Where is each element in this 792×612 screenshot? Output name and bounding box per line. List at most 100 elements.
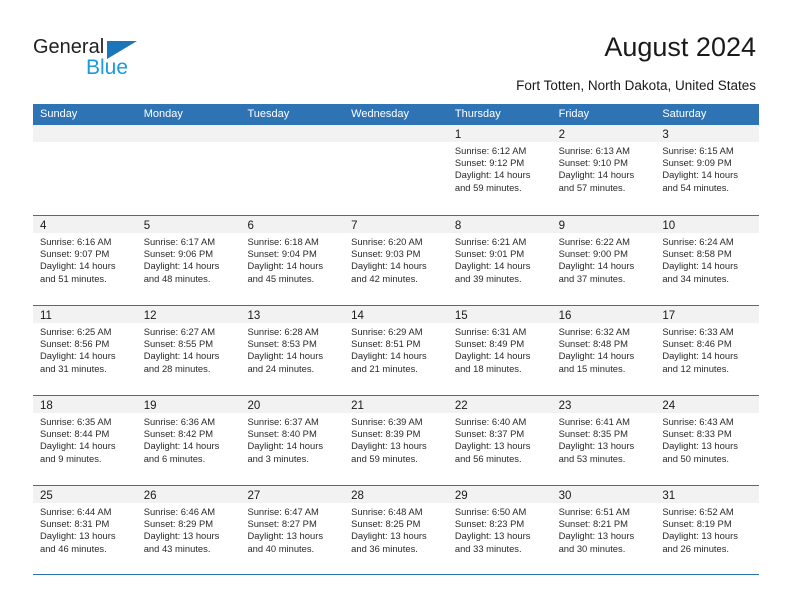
daylight-text-line1: Daylight: 14 hours xyxy=(558,169,635,181)
day-info: Sunrise: 6:20 AM Sunset: 9:03 PM Dayligh… xyxy=(344,233,448,285)
day-number: 4 xyxy=(40,220,47,232)
day-cell[interactable]: 29 Sunrise: 6:50 AM Sunset: 8:23 PM Dayl… xyxy=(447,486,552,574)
sunset-text: Sunset: 9:06 PM xyxy=(143,248,214,260)
sunrise-text: Sunrise: 6:25 AM xyxy=(40,326,112,337)
day-number: 26 xyxy=(143,490,157,502)
daylight-text-line1: Daylight: 13 hours xyxy=(662,530,738,542)
sunrise-text: Sunrise: 6:18 AM xyxy=(247,236,319,247)
day-info: Sunrise: 6:12 AM Sunset: 9:12 PM Dayligh… xyxy=(448,142,552,194)
sunset-text: Sunset: 8:35 PM xyxy=(558,428,628,440)
sunset-text: Sunset: 9:04 PM xyxy=(247,248,317,260)
day-cell[interactable]: 19 Sunrise: 6:36 AM Sunset: 8:42 PM Dayl… xyxy=(136,396,241,485)
day-number: 6 xyxy=(247,220,254,232)
day-cell[interactable]: 27 Sunrise: 6:47 AM Sunset: 8:27 PM Dayl… xyxy=(240,486,345,574)
day-cell[interactable]: 4 Sunrise: 6:16 AM Sunset: 9:07 PM Dayli… xyxy=(33,216,137,305)
day-cell[interactable]: 12 Sunrise: 6:27 AM Sunset: 8:55 PM Dayl… xyxy=(136,306,241,395)
day-number-band: 29 xyxy=(447,486,552,503)
daylight-text-line1: Daylight: 13 hours xyxy=(351,530,427,542)
daylight-text-line1: Daylight: 14 hours xyxy=(143,440,220,452)
weekday-header-row: Sunday Monday Tuesday Wednesday Thursday… xyxy=(33,104,759,125)
day-cell[interactable]: 20 Sunrise: 6:37 AM Sunset: 8:40 PM Dayl… xyxy=(240,396,345,485)
page-title: August 2024 xyxy=(604,32,756,62)
day-cell-empty xyxy=(33,125,137,215)
day-number-band: 7 xyxy=(344,216,448,233)
day-info: Sunrise: 6:48 AM Sunset: 8:25 PM Dayligh… xyxy=(344,503,448,555)
day-number-band: 28 xyxy=(344,486,448,503)
day-cell[interactable]: 9 Sunrise: 6:22 AM Sunset: 9:00 PM Dayli… xyxy=(551,216,656,305)
day-cell[interactable]: 14 Sunrise: 6:29 AM Sunset: 8:51 PM Dayl… xyxy=(344,306,448,395)
day-cell[interactable]: 30 Sunrise: 6:51 AM Sunset: 8:21 PM Dayl… xyxy=(551,486,656,574)
day-number-band: 25 xyxy=(33,486,137,503)
day-cell[interactable]: 3 Sunrise: 6:15 AM Sunset: 9:09 PM Dayli… xyxy=(655,125,760,215)
sunrise-text: Sunrise: 6:51 AM xyxy=(558,506,630,517)
day-number: 13 xyxy=(247,310,261,322)
sunset-text: Sunset: 8:53 PM xyxy=(247,338,317,350)
daylight-text-line1: Daylight: 13 hours xyxy=(143,530,220,542)
day-info: Sunrise: 6:52 AM Sunset: 8:19 PM Dayligh… xyxy=(655,503,759,555)
day-cell[interactable]: 28 Sunrise: 6:48 AM Sunset: 8:25 PM Dayl… xyxy=(344,486,448,574)
day-cell-empty xyxy=(344,125,448,215)
sunset-text: Sunset: 8:44 PM xyxy=(40,428,110,440)
sunrise-text: Sunrise: 6:15 AM xyxy=(662,145,734,156)
daylight-text-line1: Daylight: 14 hours xyxy=(247,350,324,362)
general-blue-logo[interactable]: General Blue xyxy=(33,36,173,84)
day-info: Sunrise: 6:18 AM Sunset: 9:04 PM Dayligh… xyxy=(240,233,344,285)
day-cell[interactable]: 21 Sunrise: 6:39 AM Sunset: 8:39 PM Dayl… xyxy=(344,396,448,485)
daylight-text-line1: Daylight: 14 hours xyxy=(247,440,324,452)
sunset-text: Sunset: 9:12 PM xyxy=(454,157,525,169)
sunset-text: Sunset: 9:07 PM xyxy=(40,248,110,260)
day-number: 20 xyxy=(247,400,261,412)
day-cell[interactable]: 22 Sunrise: 6:40 AM Sunset: 8:37 PM Dayl… xyxy=(447,396,552,485)
day-info: Sunrise: 6:41 AM Sunset: 8:35 PM Dayligh… xyxy=(552,413,656,465)
daylight-text-line1: Daylight: 14 hours xyxy=(662,260,738,272)
day-cell[interactable]: 1 Sunrise: 6:12 AM Sunset: 9:12 PM Dayli… xyxy=(447,125,552,215)
daylight-text-line1: Daylight: 14 hours xyxy=(40,350,116,362)
daylight-text-line2: and 40 minutes. xyxy=(247,542,315,554)
sunrise-text: Sunrise: 6:32 AM xyxy=(558,326,630,337)
sunset-text: Sunset: 8:42 PM xyxy=(143,428,214,440)
day-number: 5 xyxy=(143,220,151,232)
day-info: Sunrise: 6:25 AM Sunset: 8:56 PM Dayligh… xyxy=(33,323,137,375)
day-cell[interactable]: 2 Sunrise: 6:13 AM Sunset: 9:10 PM Dayli… xyxy=(551,125,656,215)
daylight-text-line2: and 57 minutes. xyxy=(558,181,626,193)
day-number: 11 xyxy=(40,310,52,322)
sunset-text: Sunset: 8:55 PM xyxy=(143,338,214,350)
day-info: Sunrise: 6:13 AM Sunset: 9:10 PM Dayligh… xyxy=(552,142,656,194)
day-cell[interactable]: 13 Sunrise: 6:28 AM Sunset: 8:53 PM Dayl… xyxy=(240,306,345,395)
day-cell[interactable]: 24 Sunrise: 6:43 AM Sunset: 8:33 PM Dayl… xyxy=(655,396,760,485)
day-cell[interactable]: 17 Sunrise: 6:33 AM Sunset: 8:46 PM Dayl… xyxy=(655,306,760,395)
day-cell[interactable]: 11 Sunrise: 6:25 AM Sunset: 8:56 PM Dayl… xyxy=(33,306,137,395)
day-number: 23 xyxy=(558,400,572,412)
day-info: Sunrise: 6:21 AM Sunset: 9:01 PM Dayligh… xyxy=(448,233,552,285)
day-cell[interactable]: 26 Sunrise: 6:46 AM Sunset: 8:29 PM Dayl… xyxy=(136,486,241,574)
day-cell[interactable]: 18 Sunrise: 6:35 AM Sunset: 8:44 PM Dayl… xyxy=(33,396,137,485)
day-cell[interactable]: 7 Sunrise: 6:20 AM Sunset: 9:03 PM Dayli… xyxy=(344,216,448,305)
sunrise-text: Sunrise: 6:36 AM xyxy=(143,416,216,427)
day-cell[interactable]: 10 Sunrise: 6:24 AM Sunset: 8:58 PM Dayl… xyxy=(655,216,760,305)
day-info: Sunrise: 6:40 AM Sunset: 8:37 PM Dayligh… xyxy=(448,413,552,465)
day-cell[interactable]: 5 Sunrise: 6:17 AM Sunset: 9:06 PM Dayli… xyxy=(136,216,241,305)
day-number: 18 xyxy=(40,400,53,412)
day-cell[interactable]: 31 Sunrise: 6:52 AM Sunset: 8:19 PM Dayl… xyxy=(655,486,760,574)
sunrise-text: Sunrise: 6:50 AM xyxy=(454,506,527,517)
sunrise-text: Sunrise: 6:24 AM xyxy=(662,236,734,247)
day-cell[interactable]: 25 Sunrise: 6:44 AM Sunset: 8:31 PM Dayl… xyxy=(33,486,137,574)
day-cell[interactable]: 16 Sunrise: 6:32 AM Sunset: 8:48 PM Dayl… xyxy=(551,306,656,395)
day-number: 22 xyxy=(454,400,468,412)
day-number-band: 10 xyxy=(655,216,760,233)
day-cell[interactable]: 15 Sunrise: 6:31 AM Sunset: 8:49 PM Dayl… xyxy=(447,306,552,395)
sunset-text: Sunset: 8:31 PM xyxy=(40,518,110,530)
daylight-text-line1: Daylight: 13 hours xyxy=(558,530,635,542)
day-info: Sunrise: 6:44 AM Sunset: 8:31 PM Dayligh… xyxy=(33,503,137,555)
day-cell[interactable]: 23 Sunrise: 6:41 AM Sunset: 8:35 PM Dayl… xyxy=(551,396,656,485)
sunrise-text: Sunrise: 6:21 AM xyxy=(454,236,527,247)
weekday-header-monday: Monday xyxy=(143,108,183,120)
day-number-band: 30 xyxy=(551,486,656,503)
day-cell[interactable]: 6 Sunrise: 6:18 AM Sunset: 9:04 PM Dayli… xyxy=(240,216,345,305)
sunrise-text: Sunrise: 6:48 AM xyxy=(351,506,423,517)
day-info: Sunrise: 6:31 AM Sunset: 8:49 PM Dayligh… xyxy=(448,323,552,375)
day-number-band: 15 xyxy=(447,306,552,323)
day-number: 10 xyxy=(662,220,676,232)
day-cell[interactable]: 8 Sunrise: 6:21 AM Sunset: 9:01 PM Dayli… xyxy=(447,216,552,305)
daylight-text-line1: Daylight: 13 hours xyxy=(662,440,738,452)
